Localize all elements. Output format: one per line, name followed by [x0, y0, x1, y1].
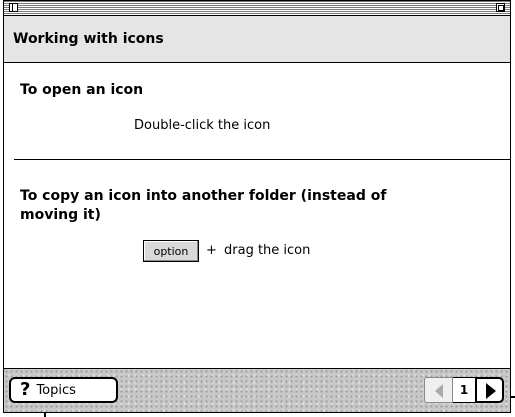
page-number: 1	[453, 377, 475, 403]
topics-label: Topics	[36, 382, 76, 398]
left-arrow-icon[interactable]	[424, 377, 453, 403]
section-body-copy: drag the icon	[224, 243, 311, 258]
section-heading-copy: To copy an icon into another folder (ins…	[20, 188, 387, 223]
page-navigation: 1	[424, 377, 504, 403]
option-key-icon: option	[143, 240, 199, 262]
zoom-box-icon[interactable]	[496, 3, 505, 12]
section-body-open: Double-click the icon	[134, 118, 271, 133]
close-box-icon[interactable]	[9, 3, 18, 12]
topics-button[interactable]: ? Topics	[9, 377, 118, 403]
plus-sign: +	[206, 243, 217, 258]
section-heading-open: To open an icon	[20, 82, 144, 98]
right-arrow-icon[interactable]	[475, 377, 504, 403]
title-bar[interactable]	[4, 1, 510, 16]
footer-bar: ? Topics 1	[4, 368, 510, 412]
question-mark-icon: ?	[20, 379, 31, 400]
page-title: Working with icons	[13, 31, 164, 47]
section-divider	[14, 159, 510, 160]
help-window: Working with icons To open an icon Doubl…	[3, 0, 511, 413]
page-header: Working with icons	[4, 16, 510, 63]
